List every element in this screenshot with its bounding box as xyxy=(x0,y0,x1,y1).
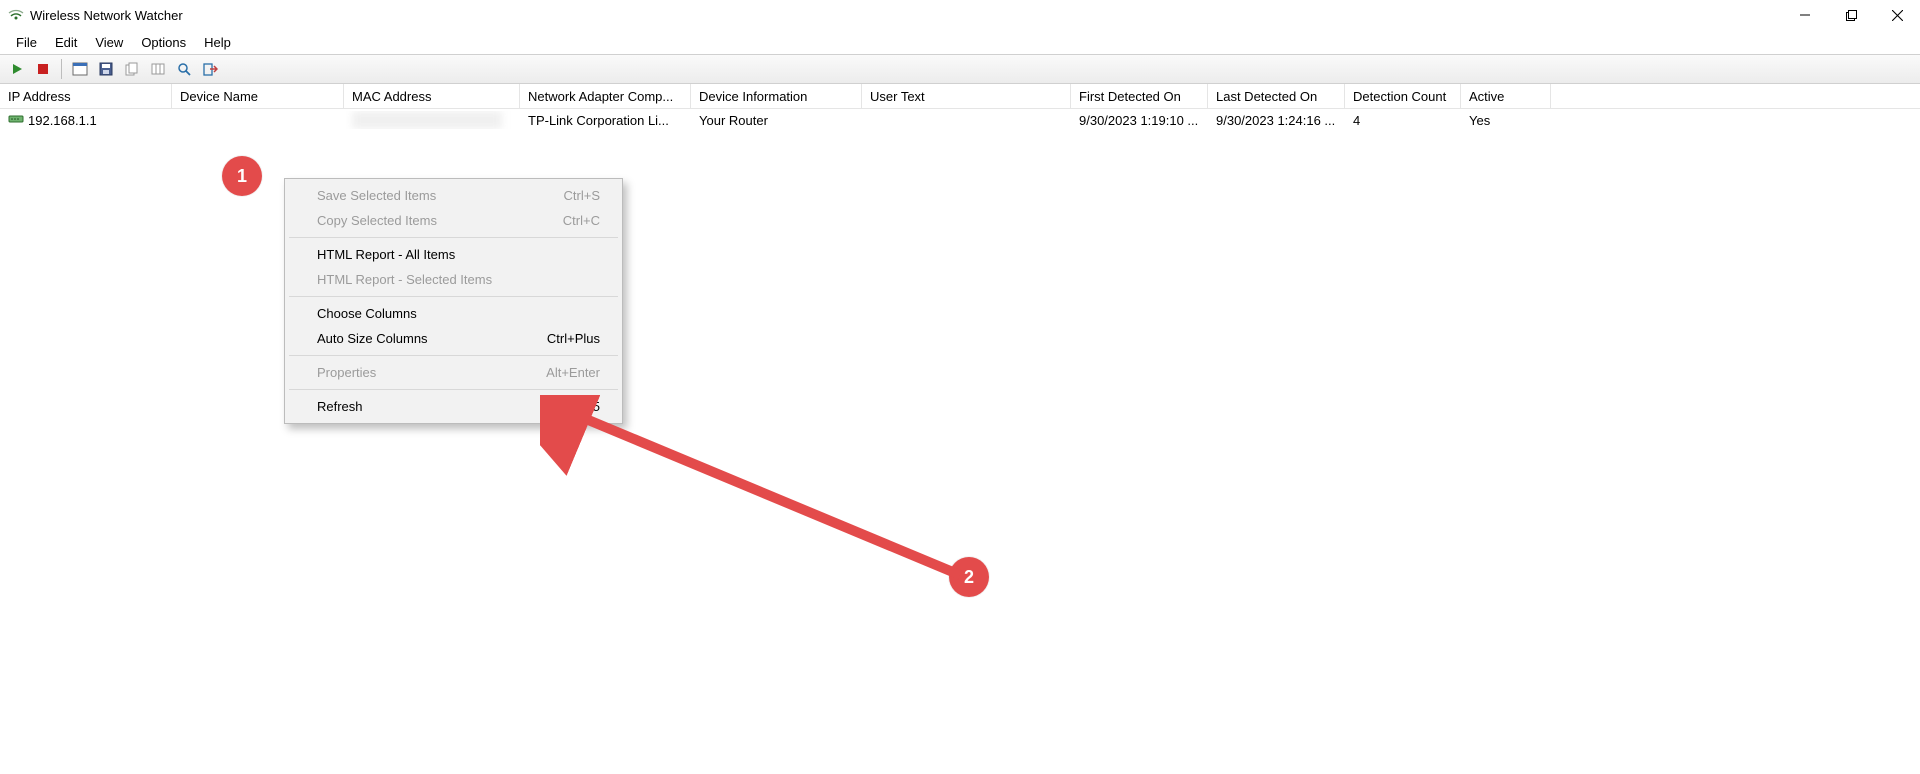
cm-shortcut: F5 xyxy=(585,399,600,414)
titlebar: Wireless Network Watcher xyxy=(0,0,1920,30)
header-device[interactable]: Device Name xyxy=(172,84,344,108)
cm-separator xyxy=(289,296,618,297)
properties-icon[interactable] xyxy=(69,58,91,80)
columns-icon[interactable] xyxy=(147,58,169,80)
menu-view[interactable]: View xyxy=(87,32,131,53)
header-last[interactable]: Last Detected On xyxy=(1208,84,1345,108)
cm-label: Save Selected Items xyxy=(317,188,436,203)
annotation-badge-2: 2 xyxy=(949,557,989,597)
header-info[interactable]: Device Information xyxy=(691,84,862,108)
stop-button[interactable] xyxy=(32,58,54,80)
device-icon xyxy=(8,113,24,128)
cell-first: 9/30/2023 1:19:10 ... xyxy=(1071,113,1208,128)
table-body[interactable]: 192.168.1.1 TP-Link Corporation Li... Yo… xyxy=(0,109,1920,131)
exit-icon[interactable] xyxy=(199,58,221,80)
close-button[interactable] xyxy=(1874,0,1920,30)
menu-options[interactable]: Options xyxy=(133,32,194,53)
cm-shortcut: Ctrl+S xyxy=(564,188,600,203)
header-user[interactable]: User Text xyxy=(862,84,1071,108)
cm-html-all[interactable]: HTML Report - All Items xyxy=(287,242,620,267)
toolbar-separator xyxy=(61,59,62,79)
cell-ip-text: 192.168.1.1 xyxy=(28,113,97,128)
titlebar-left: Wireless Network Watcher xyxy=(8,7,183,23)
menu-edit[interactable]: Edit xyxy=(47,32,85,53)
cell-last: 9/30/2023 1:24:16 ... xyxy=(1208,113,1345,128)
cm-choose-columns[interactable]: Choose Columns xyxy=(287,301,620,326)
cell-company: TP-Link Corporation Li... xyxy=(520,113,691,128)
table-row[interactable]: 192.168.1.1 TP-Link Corporation Li... Yo… xyxy=(0,109,1920,131)
cm-label: Copy Selected Items xyxy=(317,213,437,228)
cell-active: Yes xyxy=(1461,113,1551,128)
window-controls xyxy=(1782,0,1920,30)
header-mac[interactable]: MAC Address xyxy=(344,84,520,108)
cm-separator xyxy=(289,355,618,356)
cm-refresh[interactable]: Refresh F5 xyxy=(287,394,620,419)
cm-label: HTML Report - Selected Items xyxy=(317,272,492,287)
annotation-badge-1: 1 xyxy=(222,156,262,196)
cell-info: Your Router xyxy=(691,113,862,128)
toolbar xyxy=(0,54,1920,84)
cm-shortcut: Ctrl+C xyxy=(563,213,600,228)
cm-label: Auto Size Columns xyxy=(317,331,428,346)
annotation-arrow xyxy=(540,395,980,595)
column-headers: IP Address Device Name MAC Address Netwo… xyxy=(0,84,1920,109)
cell-ip: 192.168.1.1 xyxy=(0,113,172,128)
cm-label: Refresh xyxy=(317,399,363,414)
header-count[interactable]: Detection Count xyxy=(1345,84,1461,108)
menu-file[interactable]: File xyxy=(8,32,45,53)
cm-save-selected[interactable]: Save Selected Items Ctrl+S xyxy=(287,183,620,208)
header-ip[interactable]: IP Address xyxy=(0,84,172,108)
cm-shortcut: Alt+Enter xyxy=(546,365,600,380)
find-icon[interactable] xyxy=(173,58,195,80)
cm-shortcut: Ctrl+Plus xyxy=(547,331,600,346)
header-company[interactable]: Network Adapter Comp... xyxy=(520,84,691,108)
cell-count: 4 xyxy=(1345,113,1461,128)
cell-mac xyxy=(344,111,520,129)
context-menu: Save Selected Items Ctrl+S Copy Selected… xyxy=(284,178,623,424)
window-title: Wireless Network Watcher xyxy=(30,8,183,23)
header-active[interactable]: Active xyxy=(1461,84,1551,108)
header-first[interactable]: First Detected On xyxy=(1071,84,1208,108)
cm-label: Properties xyxy=(317,365,376,380)
minimize-button[interactable] xyxy=(1782,0,1828,30)
cm-auto-size[interactable]: Auto Size Columns Ctrl+Plus xyxy=(287,326,620,351)
play-button[interactable] xyxy=(6,58,28,80)
cm-label: HTML Report - All Items xyxy=(317,247,455,262)
cm-label: Choose Columns xyxy=(317,306,417,321)
maximize-button[interactable] xyxy=(1828,0,1874,30)
cm-properties[interactable]: Properties Alt+Enter xyxy=(287,360,620,385)
cm-separator xyxy=(289,389,618,390)
copy-icon[interactable] xyxy=(121,58,143,80)
app-icon xyxy=(8,7,24,23)
cm-copy-selected[interactable]: Copy Selected Items Ctrl+C xyxy=(287,208,620,233)
mac-blurred xyxy=(352,111,502,129)
cm-html-selected[interactable]: HTML Report - Selected Items xyxy=(287,267,620,292)
menubar: File Edit View Options Help xyxy=(0,30,1920,54)
cm-separator xyxy=(289,237,618,238)
save-icon[interactable] xyxy=(95,58,117,80)
menu-help[interactable]: Help xyxy=(196,32,239,53)
